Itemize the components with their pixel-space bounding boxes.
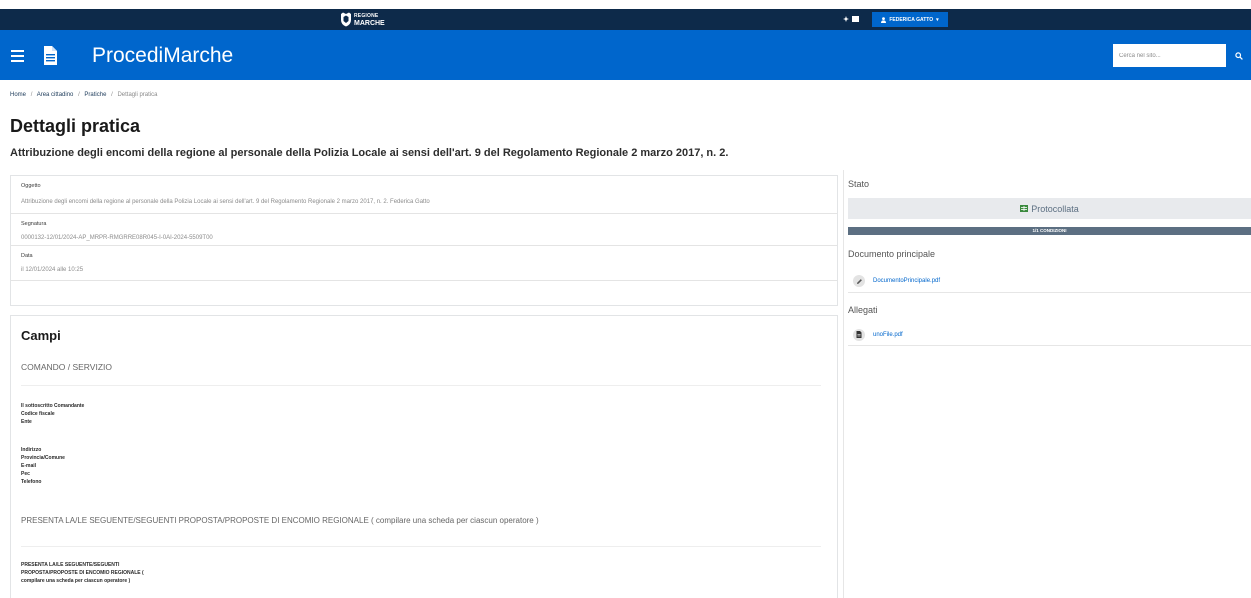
- fields-card: Campi COMANDO / SERVIZIO Il sottoscritto…: [10, 315, 838, 598]
- breadcrumb-area-cittadino[interactable]: Area cittadino: [37, 92, 74, 98]
- field-label: Codice fiscale: [21, 411, 55, 417]
- main-document-link[interactable]: DocumentoPrincipale.pdf: [873, 278, 940, 284]
- field-label: Provincia/Comune: [21, 455, 65, 461]
- breadcrumb-home[interactable]: Home: [10, 92, 26, 98]
- status-badge: Protocollata: [848, 198, 1251, 219]
- app-header: ProcediMarche: [0, 30, 1251, 80]
- signature-icon: [853, 275, 865, 287]
- regione-marche-logo[interactable]: REGIONE MARCHE: [340, 11, 385, 28]
- top-utility-icons: [843, 16, 859, 22]
- logo-line-2: MARCHE: [354, 19, 385, 27]
- page-title: Dettagli pratica: [10, 116, 141, 136]
- hamburger-icon: [11, 50, 24, 62]
- menu-button[interactable]: [10, 48, 26, 64]
- section-title-comando: COMANDO / SERVIZIO: [21, 362, 112, 372]
- breadcrumb-current: Dettagli pratica: [117, 92, 158, 98]
- field-group-contatti: Indirizzo Provincia/Comune E-mail Pec Te…: [21, 446, 65, 486]
- progress-bar: 1/1 CONDIZIONI: [848, 227, 1251, 235]
- field-label: Telefono: [21, 479, 42, 485]
- field-label: Indirizzo: [21, 447, 42, 453]
- main-document-label: Documento principale: [848, 249, 936, 259]
- language-icon[interactable]: [852, 16, 859, 22]
- detail-value: il 12/01/2024 alle 10:25: [21, 267, 84, 273]
- detail-value: 0000132-12/01/2024-AP_MRPR-RMGRRE08R045-…: [21, 235, 213, 241]
- detail-value: Attribuzione degli encomi della regione …: [21, 199, 430, 205]
- field-label: compilare una scheda per ciascun operato…: [21, 578, 131, 584]
- breadcrumb-separator: /: [78, 92, 80, 98]
- detail-label: Segnatura: [21, 221, 47, 227]
- field-group-proposte: PRESENTA LA/LE SEGUENTE/SEGUENTI PROPOST…: [21, 561, 144, 585]
- page-subtitle: Attribuzione degli encomi della regione …: [10, 147, 729, 159]
- logo-wordmark: REGIONE MARCHE: [354, 13, 385, 27]
- chevron-down-icon: ▾: [936, 16, 939, 23]
- search-button[interactable]: [1227, 44, 1251, 67]
- field-label: Il sottoscritto Comandante: [21, 403, 85, 409]
- field-label: PRESENTA LA/LE SEGUENTE/SEGUENTI: [21, 562, 120, 568]
- search-input[interactable]: [1113, 44, 1226, 67]
- practice-details-card: Oggetto Attribuzione degli encomi della …: [10, 175, 838, 306]
- fields-title: Campi: [21, 328, 61, 343]
- search-icon: [1235, 51, 1243, 60]
- app-logo-icon: [44, 46, 57, 65]
- breadcrumb-pratiche[interactable]: Pratiche: [84, 92, 106, 98]
- status-value: Protocollata: [1031, 203, 1079, 214]
- attachment-link[interactable]: unoFile.pdf: [873, 332, 903, 338]
- section-divider: [21, 546, 821, 547]
- field-label: Pec: [21, 471, 30, 477]
- status-label: Stato: [848, 179, 870, 189]
- detail-row-data: Data il 12/01/2024 alle 10:25: [11, 246, 837, 281]
- field-label: Ente: [21, 419, 32, 425]
- section-title-proposte: PRESENTA LA/LE SEGUENTE/SEGUENTI PROPOST…: [21, 516, 539, 525]
- detail-row-segnatura: Segnatura 0000132-12/01/2024-AP_MRPR-RMG…: [11, 214, 837, 246]
- attachments-label: Allegati: [848, 305, 878, 315]
- section-divider: [21, 385, 821, 386]
- file-icon: [853, 328, 865, 341]
- field-label: E-mail: [21, 463, 37, 469]
- field-label: PROPOSTA/PROPOSTE DI ENCOMIO REGIONALE (: [21, 570, 144, 576]
- document-icon: [44, 46, 57, 65]
- detail-label: Data: [21, 253, 33, 259]
- user-menu-button[interactable]: FEDERICA GATTO ▾: [872, 12, 948, 27]
- user-icon: [881, 16, 887, 23]
- breadcrumb-separator: /: [111, 92, 113, 98]
- regione-shield-icon: [341, 12, 351, 27]
- user-name: FEDERICA GATTO: [889, 16, 934, 23]
- app-title[interactable]: ProcediMarche: [92, 45, 233, 67]
- breadcrumb-separator: /: [30, 92, 33, 98]
- main-document-row: DocumentoPrincipale.pdf: [848, 270, 1251, 293]
- logo-line-1: REGIONE: [354, 12, 379, 19]
- protocol-icon: [1020, 205, 1029, 212]
- detail-row-oggetto: Oggetto Attribuzione degli encomi della …: [11, 176, 837, 214]
- institutional-bar: REGIONE MARCHE FEDERICA GATTO ▾: [0, 9, 1251, 30]
- field-group-comandante: Il sottoscritto Comandante Codice fiscal…: [21, 402, 84, 426]
- detail-label: Oggetto: [21, 183, 41, 189]
- column-divider: [843, 170, 844, 598]
- accessibility-icon[interactable]: [843, 16, 849, 22]
- breadcrumb: Home / Area cittadino / Pratiche / Detta…: [10, 91, 157, 99]
- attachment-row: unoFile.pdf: [848, 324, 1251, 346]
